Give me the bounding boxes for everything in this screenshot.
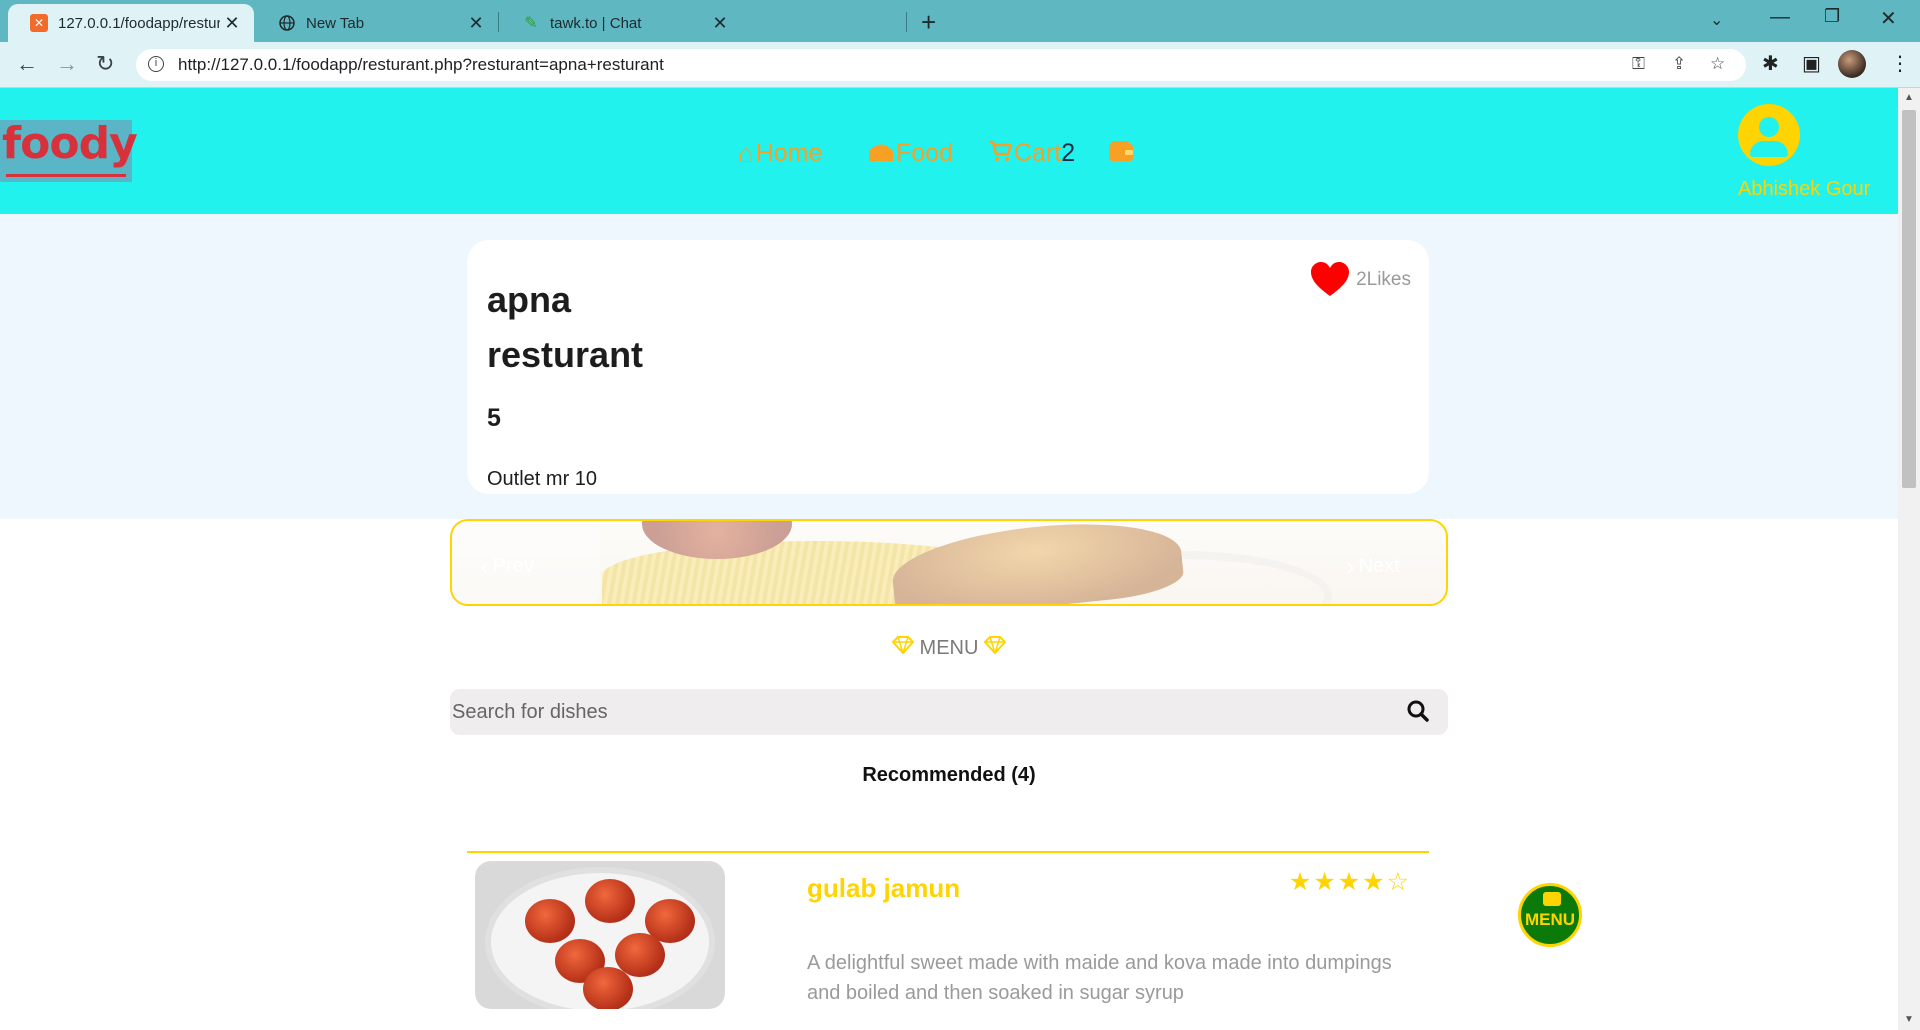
star-filled-icon: ★ (1362, 868, 1387, 896)
wallet-icon (1108, 138, 1134, 169)
image-carousel: ‹ Prev › Next (450, 519, 1448, 606)
scrollbar-thumb[interactable] (1902, 110, 1916, 488)
prev-label: Prev (492, 555, 534, 577)
dish-search-bar (450, 689, 1448, 735)
menu-heading: MENU (0, 636, 1898, 660)
back-button[interactable]: ← (16, 51, 38, 77)
dish-search-input[interactable] (452, 689, 1352, 735)
carousel-prev-button[interactable]: ‹ Prev (480, 551, 534, 582)
browser-tabstrip: ✕ 127.0.0.1/foodapp/resturant.php ✕ New … (0, 0, 1920, 42)
tab-title: 127.0.0.1/foodapp/resturant.php (58, 14, 220, 32)
jamun-ball (525, 899, 575, 943)
site-logo[interactable]: foody (0, 118, 138, 182)
tawk-icon: ✎ (524, 15, 538, 32)
close-icon[interactable]: ✕ (220, 13, 244, 34)
close-icon[interactable]: ✕ (464, 13, 488, 34)
address-bar[interactable]: i http://127.0.0.1/foodapp/resturant.php… (136, 49, 1746, 81)
page-scrollbar[interactable]: ▲ ▼ (1898, 88, 1920, 1030)
forward-button[interactable]: → (56, 51, 78, 77)
jamun-ball (583, 967, 633, 1009)
nav-home[interactable]: ⌂ Home (738, 138, 822, 169)
url-text[interactable]: http://127.0.0.1/foodapp/resturant.php?r… (178, 55, 664, 75)
restaurant-hero: apna resturant 5 Outlet mr 10 2Likes (0, 214, 1898, 519)
tab-separator (906, 12, 907, 32)
floating-menu-button[interactable]: MENU (1518, 883, 1582, 947)
sidepanel-icon[interactable]: ▣ (1802, 51, 1821, 76)
nav-food-label: Food (896, 139, 953, 167)
chevron-left-icon: ‹ (480, 551, 489, 581)
bookmark-star-icon[interactable]: ☆ (1710, 54, 1725, 74)
restaurant-name: apna resturant (487, 279, 644, 375)
browser-toolbar: ← → ↻ i http://127.0.0.1/foodapp/restura… (0, 42, 1920, 88)
xampp-icon: ✕ (30, 14, 48, 32)
star-filled-icon: ★ (1337, 868, 1363, 896)
tab-new-tab[interactable]: New Tab ✕ (256, 4, 498, 42)
nav-cart[interactable]: Cart 2 (988, 138, 1075, 169)
nav-home-label: Home (755, 139, 823, 167)
diamond-icon (983, 636, 1007, 659)
restaurant-address: Outlet mr 10 (487, 468, 598, 490)
close-icon[interactable]: ✕ (708, 13, 732, 34)
fab-label: MENU (1524, 910, 1576, 929)
logo-text: foody (2, 118, 138, 169)
cart-count: 2 (1061, 139, 1076, 167)
tab-title: New Tab (306, 14, 365, 32)
cart-icon (988, 138, 1013, 169)
restaurant-rating: 5 (487, 404, 501, 432)
cake-icon (868, 138, 894, 169)
tab-separator (498, 12, 499, 32)
dish-rating-stars: ★★★★☆ (1289, 867, 1411, 897)
minimize-button[interactable]: — (1770, 6, 1790, 29)
scroll-down-icon[interactable]: ▼ (1904, 1014, 1914, 1025)
next-label: Next (1358, 555, 1400, 577)
diamond-icon (891, 636, 920, 659)
chevron-right-icon: › (1346, 551, 1355, 581)
dish-image (475, 861, 725, 1009)
nav-food[interactable]: Food (868, 138, 953, 169)
extensions-icon[interactable]: ✱ (1762, 51, 1779, 76)
search-icon[interactable] (1406, 699, 1430, 728)
page-viewport: foody ⌂ Home Food Cart 2 Abhishek Gour a… (0, 88, 1898, 1030)
profile-avatar[interactable] (1838, 50, 1866, 78)
close-window-button[interactable]: ✕ (1880, 6, 1897, 31)
new-tab-button[interactable]: + (921, 7, 936, 38)
tab-title: tawk.to | Chat (550, 14, 642, 32)
globe-icon (278, 14, 296, 32)
user-avatar-icon[interactable] (1738, 104, 1800, 166)
site-header: foody ⌂ Home Food Cart 2 Abhishek Gour (0, 88, 1898, 214)
star-filled-icon: ★ (1288, 868, 1314, 896)
tab-search-chevron-icon[interactable]: ⌄ (1710, 10, 1723, 30)
menu-kebab-icon[interactable]: ⋮ (1890, 51, 1910, 76)
avatar-body (1750, 141, 1788, 157)
nav-wallet[interactable] (1108, 138, 1136, 169)
nav-cart-label: Cart (1014, 139, 1062, 167)
recommended-heading: Recommended (4) (862, 764, 1036, 786)
carousel-next-button[interactable]: › Next (1346, 551, 1400, 582)
like-button[interactable]: 2Likes (1310, 262, 1411, 298)
user-name[interactable]: Abhishek Gour (1738, 178, 1870, 201)
wallet-icon (1543, 892, 1561, 906)
site-info-icon[interactable]: i (148, 56, 164, 72)
dish-description: A delightful sweet made with maide and k… (807, 952, 1392, 1004)
scroll-up-icon[interactable]: ▲ (1904, 92, 1914, 103)
star-empty-icon: ☆ (1386, 868, 1411, 896)
jamun-ball (585, 879, 635, 923)
key-icon[interactable]: ⚿ (1632, 54, 1645, 74)
tab-tawk-chat[interactable]: ✎ tawk.to | Chat ✕ (500, 4, 742, 42)
likes-count: 2Likes (1356, 269, 1411, 290)
menu-title-text: MENU (919, 637, 979, 659)
share-icon[interactable]: ⇪ (1672, 54, 1686, 74)
reload-button[interactable]: ↻ (96, 51, 114, 77)
carousel-overlay (452, 521, 1446, 604)
star-filled-icon: ★ (1313, 868, 1338, 896)
home-icon: ⌂ (738, 138, 754, 168)
tab-resturant[interactable]: ✕ 127.0.0.1/foodapp/resturant.php ✕ (8, 4, 254, 42)
logo-underline (6, 174, 126, 177)
heart-icon[interactable] (1310, 262, 1350, 298)
avatar-head (1759, 117, 1779, 137)
menu-item[interactable]: gulab jamun ★★★★☆ A delightful sweet mad… (467, 851, 1429, 1030)
dish-name: gulab jamun (807, 873, 961, 903)
restaurant-card: apna resturant 5 Outlet mr 10 2Likes (467, 240, 1429, 494)
restore-button[interactable]: ❐ (1824, 6, 1840, 27)
